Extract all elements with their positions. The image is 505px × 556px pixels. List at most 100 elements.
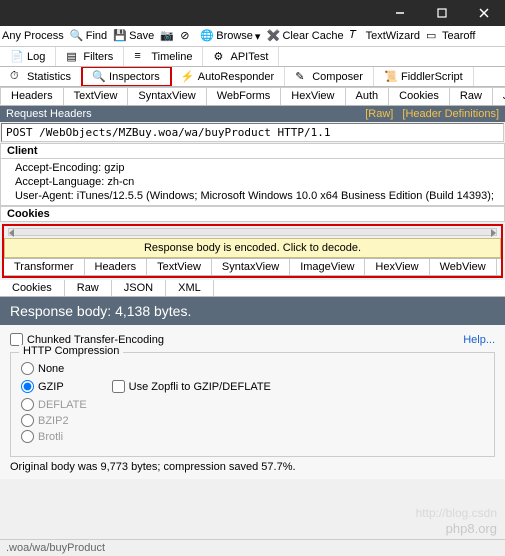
zopfli-checkbox[interactable] — [112, 380, 125, 393]
radio-bzip2[interactable] — [21, 414, 34, 427]
resp-tab-webview[interactable]: WebView — [430, 259, 497, 275]
find-button[interactable]: 🔍Find — [70, 29, 107, 43]
raw-link[interactable]: [Raw] — [365, 108, 393, 120]
composer-icon: ✎ — [295, 70, 308, 83]
radio-none[interactable] — [21, 362, 34, 375]
maximize-button[interactable] — [421, 0, 463, 26]
globe-icon: 🌐 — [200, 29, 214, 43]
header-definitions-link[interactable]: [Header Definitions] — [402, 108, 499, 120]
camera-button[interactable]: 📷 — [160, 29, 174, 43]
resp-tab-auth[interactable]: Auth — [497, 259, 501, 275]
main-toolbar: Any Process 🔍Find 💾Save 📷 ⊘ 🌐Browse ▾ ✖️… — [0, 26, 505, 47]
response-body-size: Response body: 4,138 bytes. — [0, 297, 505, 325]
header-line: User-Agent: iTunes/12.5.5 (Windows; Micr… — [15, 189, 496, 203]
feature-tabs-row2: ⏱Statistics 🔍Inspectors ⚡AutoResponder ✎… — [0, 67, 505, 87]
radio-brotli-label: Brotli — [38, 431, 63, 443]
radio-bzip2-row[interactable]: BZIP2 — [21, 414, 484, 427]
request-line: POST /WebObjects/MZBuy.woa/wa/buyProduct… — [1, 123, 504, 142]
cookies-section-head[interactable]: Cookies — [0, 206, 505, 222]
tab-apitest[interactable]: ⚙APITest — [203, 47, 279, 66]
textwizard-button[interactable]: 𝑇TextWizard — [350, 29, 420, 43]
autoresponder-icon: ⚡ — [181, 70, 194, 83]
window-titlebar — [0, 0, 505, 26]
radio-gzip-row[interactable]: GZIP Use Zopfli to GZIP/DEFLATE — [21, 378, 484, 395]
filter-icon: ▤ — [66, 50, 79, 63]
response-highlight-box: Response body is encoded. Click to decod… — [2, 224, 503, 278]
resp-tab-hexview[interactable]: HexView — [365, 259, 429, 275]
request-inspector-tabs: Headers TextView SyntaxView WebForms Hex… — [0, 87, 505, 106]
stats-icon: ⏱ — [10, 70, 23, 83]
decode-response-bar[interactable]: Response body is encoded. Click to decod… — [4, 238, 501, 258]
req-tab-syntaxview[interactable]: SyntaxView — [127, 87, 206, 105]
camera-icon: 📷 — [160, 29, 174, 43]
radio-deflate[interactable] — [21, 398, 34, 411]
resp-tab-raw[interactable]: Raw — [65, 280, 112, 296]
req-tab-json[interactable]: JSON — [492, 87, 505, 105]
tab-statistics[interactable]: ⏱Statistics — [0, 67, 82, 86]
req-tab-webforms[interactable]: WebForms — [206, 87, 282, 105]
tab-filters[interactable]: ▤Filters — [56, 47, 124, 66]
tab-log[interactable]: 📄Log — [0, 47, 56, 66]
help-link[interactable]: Help... — [463, 334, 495, 346]
resp-tab-imageview[interactable]: ImageView — [290, 259, 365, 275]
resp-tab-textview[interactable]: TextView — [147, 259, 212, 275]
radio-gzip[interactable] — [21, 380, 34, 393]
close-button[interactable] — [463, 0, 505, 26]
tab-autoresponder[interactable]: ⚡AutoResponder — [171, 67, 285, 86]
status-bar: .woa/wa/buyProduct — [0, 539, 505, 556]
radio-brotli-row[interactable]: Brotli — [21, 430, 484, 443]
response-inspector-tabs: Transformer Headers TextView SyntaxView … — [4, 258, 501, 276]
feature-tabs-row1: 📄Log ▤Filters ≡Timeline ⚙APITest — [0, 47, 505, 67]
req-tab-auth[interactable]: Auth — [345, 87, 390, 105]
watermark-php8: php8.org — [446, 521, 497, 536]
transformer-panel: Chunked Transfer-Encoding Help... HTTP C… — [0, 325, 505, 479]
radio-bzip2-label: BZIP2 — [38, 415, 69, 427]
radio-gzip-label: GZIP — [38, 381, 64, 393]
req-tab-hexview[interactable]: HexView — [280, 87, 345, 105]
req-tab-raw[interactable]: Raw — [449, 87, 493, 105]
any-process-button[interactable]: Any Process — [2, 30, 64, 42]
resp-tab-syntaxview[interactable]: SyntaxView — [212, 259, 290, 275]
req-tab-textview[interactable]: TextView — [63, 87, 129, 105]
tab-composer[interactable]: ✎Composer — [285, 67, 374, 86]
tearoff-icon: ▭ — [426, 29, 440, 43]
req-tab-headers[interactable]: Headers — [0, 87, 64, 105]
header-line: Accept-Language: zh-cn — [15, 175, 496, 189]
radio-none-row[interactable]: None — [21, 362, 484, 375]
minimize-button[interactable] — [379, 0, 421, 26]
radio-brotli[interactable] — [21, 430, 34, 443]
tearoff-button[interactable]: ▭Tearoff — [426, 29, 475, 43]
response-inspector-tabs-2: Cookies Raw JSON XML — [0, 280, 505, 297]
request-headers-bar: Request Headers [Raw] [Header Definition… — [0, 106, 505, 122]
tab-timeline[interactable]: ≡Timeline — [124, 47, 203, 66]
radio-deflate-row[interactable]: DEFLATE — [21, 398, 484, 411]
resp-tab-transformer[interactable]: Transformer — [4, 259, 85, 275]
resp-tab-cookies[interactable]: Cookies — [0, 280, 65, 296]
resp-tab-headers[interactable]: Headers — [85, 259, 148, 275]
zopfli-checkbox-row[interactable]: Use Zopfli to GZIP/DEFLATE — [112, 380, 271, 393]
splitter-scroll[interactable] — [8, 228, 497, 236]
chunked-label: Chunked Transfer-Encoding — [27, 334, 164, 346]
client-section-body: Accept-Encoding: gzip Accept-Language: z… — [0, 159, 505, 206]
tab-inspectors[interactable]: 🔍Inspectors — [82, 67, 171, 86]
req-tab-cookies[interactable]: Cookies — [388, 87, 450, 105]
watermark-csdn: http://blog.csdn — [416, 506, 497, 520]
log-icon: 📄 — [10, 50, 23, 63]
script-icon: 📜 — [384, 70, 397, 83]
request-headers-title: Request Headers — [6, 108, 92, 120]
save-button[interactable]: 💾Save — [113, 29, 154, 43]
apitest-icon: ⚙ — [213, 50, 226, 63]
stop-button[interactable]: ⊘ — [180, 29, 194, 43]
timeline-icon: ≡ — [134, 50, 147, 63]
browse-button[interactable]: 🌐Browse ▾ — [200, 29, 260, 43]
clear-cache-button[interactable]: ✖️Clear Cache — [266, 29, 343, 43]
http-compression-legend: HTTP Compression — [19, 345, 123, 357]
resp-tab-json[interactable]: JSON — [112, 280, 166, 296]
client-section-head[interactable]: Client — [0, 143, 505, 159]
radio-none-label: None — [38, 363, 64, 375]
radio-deflate-label: DEFLATE — [38, 399, 87, 411]
tab-fiddlerscript[interactable]: 📜FiddlerScript — [374, 67, 474, 86]
compression-summary: Original body was 9,773 bytes; compressi… — [10, 461, 495, 473]
find-icon: 🔍 — [70, 29, 84, 43]
resp-tab-xml[interactable]: XML — [166, 280, 214, 296]
